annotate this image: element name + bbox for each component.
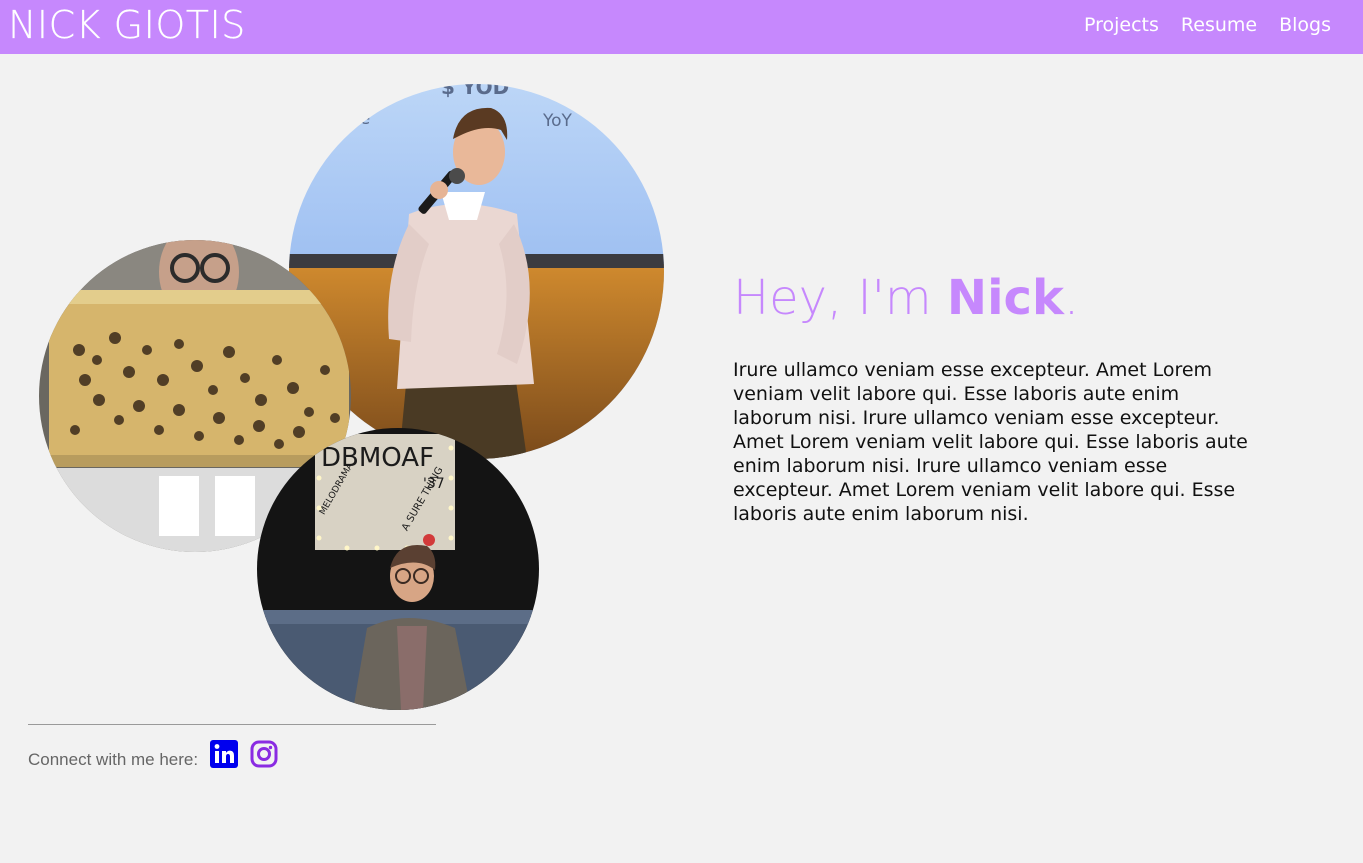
stage-sign-text-3: YoY: [542, 111, 573, 131]
connect-label: Connect with me here:: [28, 750, 199, 769]
hero-section: Hey, I'm Nick. Irure ullamco veniam esse…: [733, 268, 1263, 526]
stage-sign-text-2: ue: [349, 109, 370, 129]
instagram-link[interactable]: [250, 740, 278, 772]
stage-sign-text-1: $ YOD: [441, 84, 509, 99]
photo-performance-poster: DBMOAF '37 MELODRAMA A SURE THING: [257, 428, 539, 710]
hero-headline: Hey, I'm Nick.: [733, 268, 1263, 328]
footer-divider: [28, 724, 436, 725]
connect-section: Connect with me here:: [28, 740, 290, 772]
linkedin-icon: [210, 740, 239, 768]
headline-name: Nick: [946, 270, 1064, 326]
poster-title: DBMOAF: [321, 443, 434, 473]
headline-period: .: [1063, 270, 1080, 326]
nav-resume-link[interactable]: Resume: [1181, 12, 1257, 38]
intro-paragraph: Irure ullamco veniam esse excepteur. Ame…: [733, 359, 1248, 525]
headline-greeting: Hey, I'm: [733, 270, 947, 326]
top-navbar: NICK GIOTIS Projects Resume Blogs: [0, 0, 1363, 54]
main-nav: Projects Resume Blogs: [1084, 12, 1331, 38]
nav-projects-link[interactable]: Projects: [1084, 12, 1159, 38]
site-brand[interactable]: NICK GIOTIS: [8, 2, 246, 48]
nav-blogs-link[interactable]: Blogs: [1279, 12, 1331, 38]
linkedin-link[interactable]: [210, 740, 239, 772]
instagram-icon: [250, 740, 278, 768]
